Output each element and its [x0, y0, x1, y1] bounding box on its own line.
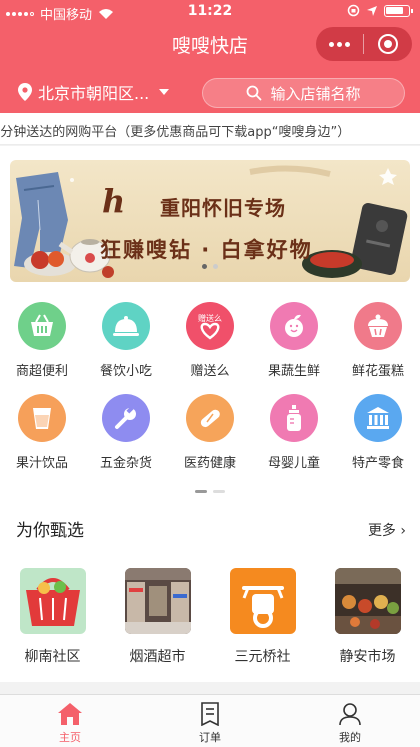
banner-title: 重阳怀旧专场	[160, 196, 286, 220]
category-label: 特产零食	[351, 456, 404, 471]
category-grid-section: 商超便利 餐饮小吃 赠送么 赠送么 果蔬生鲜 鲜花蛋糕 果汁饮品 五金杂货 医药…	[0, 292, 420, 508]
search-icon	[247, 85, 262, 101]
selection-header: 为你甄选 更多 ›	[0, 508, 420, 548]
category-label: 鲜花蛋糕	[351, 364, 404, 379]
store-list: 柳南社区 烟酒超市 三元桥社 静安市场	[0, 548, 420, 682]
notice-text: 8分钟送达的网购平台（更多优惠商品可下载app“嗖嗖身边”）	[0, 125, 351, 140]
category-pagination	[0, 490, 420, 493]
notice-bar: 8分钟送达的网购平台（更多优惠商品可下载app“嗖嗖身边”）	[0, 113, 420, 145]
category-label: 商超便利	[15, 364, 68, 379]
category-food[interactable]: 餐饮小吃	[84, 298, 168, 390]
category-page-dot[interactable]	[213, 490, 225, 493]
category-label: 赠送么	[190, 364, 230, 379]
store-thumbnail	[124, 568, 191, 634]
more-link[interactable]: 更多 ›	[368, 520, 406, 540]
banner-subtitle: 狂赚嗖钻 · 白拿好物	[100, 238, 313, 262]
category-label: 五金杂货	[99, 456, 152, 471]
baby-bottle-icon	[270, 394, 318, 442]
category-baby[interactable]: 母婴儿童	[252, 390, 336, 482]
cupcake-icon	[354, 302, 402, 350]
battery-icon	[384, 4, 413, 17]
profile-icon	[339, 703, 361, 726]
store-name: 柳南社区	[24, 649, 81, 665]
category-shopping[interactable]: 商超便利	[0, 298, 84, 390]
category-grid: 商超便利 餐饮小吃 赠送么 赠送么 果蔬生鲜 鲜花蛋糕 果汁饮品 五金杂货 医药…	[0, 298, 420, 482]
category-label: 餐饮小吃	[99, 364, 152, 379]
banner-dot[interactable]	[213, 264, 218, 269]
category-label: 果汁饮品	[15, 456, 68, 471]
museum-icon	[354, 394, 402, 442]
category-fruit[interactable]: 果蔬生鲜	[252, 298, 336, 390]
category-specialty[interactable]: 特产零食	[336, 390, 420, 482]
tab-bar: 主页 订单 我的	[0, 694, 420, 747]
store-thumbnail	[334, 568, 401, 634]
gift-logo-icon: 赠送么	[186, 302, 234, 350]
order-icon	[201, 702, 219, 726]
pill-icon	[186, 394, 234, 442]
location-arrow-icon	[367, 5, 377, 16]
more-menu-icon[interactable]	[316, 41, 363, 47]
dropdown-arrow-icon	[159, 89, 170, 95]
category-flower-cake[interactable]: 鲜花蛋糕	[336, 298, 420, 390]
banner-section: h 重阳怀旧专场 狂赚嗖钻 · 白拿好物	[0, 146, 420, 292]
svg-text:赠送么: 赠送么	[198, 313, 222, 323]
store-item[interactable]: 柳南社区	[0, 548, 105, 682]
store-name: 静安市场	[339, 649, 396, 665]
category-page-dot-active[interactable]	[195, 490, 207, 493]
banner-pagination	[0, 264, 420, 269]
store-thumbnail	[19, 568, 86, 634]
category-label: 果蔬生鲜	[267, 364, 320, 379]
more-label: 更多	[367, 523, 396, 539]
cloche-icon	[102, 302, 150, 350]
status-bar: 中国移动 11:22	[0, 0, 420, 24]
category-hardware[interactable]: 五金杂货	[84, 390, 168, 482]
category-gift[interactable]: 赠送么 赠送么	[168, 298, 252, 390]
category-label: 医药健康	[183, 456, 236, 471]
section-title: 为你甄选	[16, 521, 84, 541]
location-selector[interactable]: 北京市朝阳区...	[18, 80, 170, 104]
header: 中国移动 11:22 嗖嗖快店 北京市朝阳区... 输入店铺名称	[0, 0, 420, 113]
tab-label: 我的	[339, 731, 361, 744]
location-pin-icon	[18, 83, 32, 101]
tab-label: 订单	[199, 731, 221, 744]
store-name: 烟酒超市	[129, 649, 186, 665]
store-name: 三元桥社	[234, 649, 291, 665]
store-item[interactable]: 烟酒超市	[105, 548, 210, 682]
tab-orders[interactable]: 订单	[140, 695, 280, 747]
chevron-right-icon: ›	[400, 523, 406, 539]
store-item[interactable]: 静安市场	[315, 548, 420, 682]
search-input[interactable]: 输入店铺名称	[202, 78, 405, 108]
location-text: 北京市朝阳区...	[38, 84, 150, 103]
category-label: 母婴儿童	[267, 456, 320, 471]
close-miniapp-icon[interactable]	[364, 34, 411, 54]
banner-dot-active[interactable]	[202, 264, 207, 269]
category-medicine[interactable]: 医药健康	[168, 390, 252, 482]
cup-icon	[18, 394, 66, 442]
app-page: 中国移动 11:22 嗖嗖快店 北京市朝阳区... 输入店铺名称 8分钟送达的网…	[0, 0, 420, 747]
tab-label: 主页	[59, 731, 81, 744]
store-thumbnail	[229, 568, 296, 634]
banner-logo: h	[102, 182, 126, 220]
category-juice[interactable]: 果汁饮品	[0, 390, 84, 482]
wrench-icon	[102, 394, 150, 442]
search-placeholder: 输入店铺名称	[270, 84, 361, 103]
miniapp-capsule	[316, 27, 412, 61]
home-icon	[58, 703, 82, 725]
store-item[interactable]: 三元桥社	[210, 548, 315, 682]
tab-home[interactable]: 主页	[0, 695, 140, 747]
basket-icon	[18, 302, 66, 350]
lock-rotation-icon	[347, 4, 360, 17]
fruit-icon	[270, 302, 318, 350]
tab-profile[interactable]: 我的	[280, 695, 420, 747]
